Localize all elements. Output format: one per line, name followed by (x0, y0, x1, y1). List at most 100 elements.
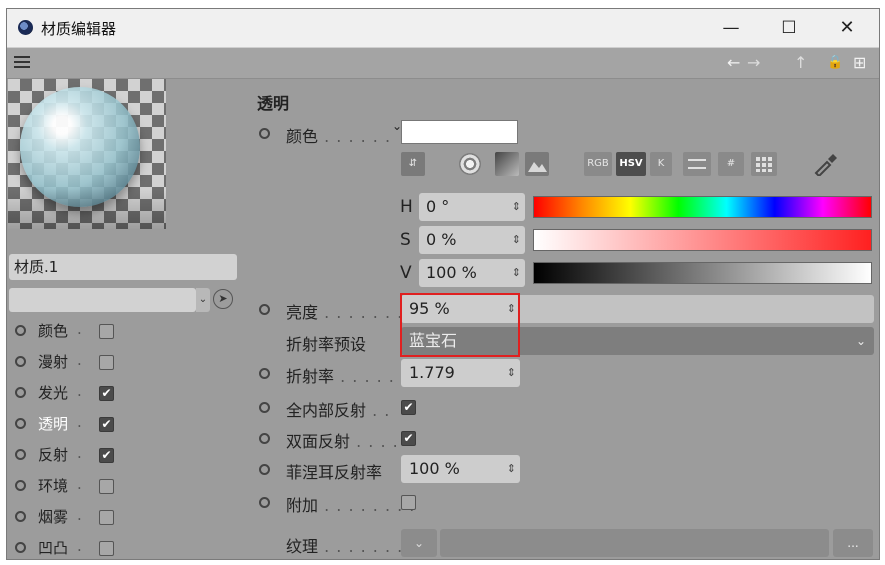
close-button[interactable]: ✕ (827, 14, 867, 42)
chevron-down-icon: ⌄ (855, 334, 866, 348)
channel-label: 凹凸 (38, 539, 69, 557)
channel-checkbox[interactable] (99, 324, 114, 339)
channel-radio[interactable] (15, 480, 26, 491)
menu-bar: ← → ↑ 🔒 ⊞ (7, 48, 879, 79)
fresnel-row: 菲涅耳反射率 (257, 456, 407, 484)
ior-field[interactable]: 1.779 ⇕ (401, 359, 520, 387)
stepper-icon[interactable]: ⇕ (507, 359, 516, 387)
double-sided-checkbox[interactable]: ✔ (401, 431, 416, 446)
param-radio[interactable] (259, 464, 270, 475)
channel-label: 环境 (38, 477, 69, 495)
param-radio[interactable] (259, 368, 270, 379)
saturation-letter: S (400, 230, 411, 250)
eyedropper-icon[interactable] (810, 152, 840, 178)
color-swatch[interactable] (401, 120, 518, 144)
brightness-slider[interactable] (520, 295, 874, 323)
stepper-icon[interactable]: ⇕ (512, 259, 521, 287)
brightness-label: 亮度 . . . . . . . (286, 303, 404, 322)
hue-field[interactable]: 0 ° ⇕ (419, 193, 525, 221)
param-radio[interactable] (259, 128, 270, 139)
texture-field[interactable] (440, 529, 829, 557)
color-wheel-icon[interactable] (459, 153, 481, 175)
sliders-icon[interactable] (683, 152, 711, 176)
stepper-icon[interactable]: ⇕ (507, 455, 516, 483)
channel-radio[interactable] (15, 356, 26, 367)
value-field[interactable]: 100 % ⇕ (419, 259, 525, 287)
saturation-field[interactable]: 0 % ⇕ (419, 226, 525, 254)
hue-letter: H (400, 197, 413, 217)
tir-label: 全内部反射 . . (286, 401, 391, 420)
saturation-bar[interactable] (533, 229, 872, 251)
cinema4d-app-icon (18, 20, 33, 35)
value-bar[interactable] (533, 262, 872, 284)
material-combo-field[interactable] (9, 288, 196, 312)
param-radio[interactable] (259, 497, 270, 508)
tir-checkbox[interactable]: ✔ (401, 400, 416, 415)
material-name-field[interactable]: 材质.1 (9, 254, 237, 280)
channel-luminance[interactable]: 发光 . ✔ (11, 381, 151, 407)
spectrum-icon[interactable] (495, 152, 519, 176)
lock-icon[interactable]: 🔒 (827, 55, 843, 70)
param-radio[interactable] (259, 433, 270, 444)
pick-cursor-icon[interactable]: ➤ (213, 289, 233, 309)
channel-radio[interactable] (15, 542, 26, 553)
section-title: 透明 (257, 94, 290, 113)
channel-checkbox[interactable]: ✔ (99, 448, 114, 463)
ior-label: 折射率 . . . . . (286, 367, 395, 386)
stepper-icon[interactable]: ⇕ (512, 193, 521, 221)
channel-radio[interactable] (15, 387, 26, 398)
channel-checkbox[interactable]: ✔ (99, 386, 114, 401)
image-icon[interactable] (525, 152, 549, 176)
color-label: 颜色 . . . . . . (286, 127, 392, 146)
window-title: 材质编辑器 (41, 20, 117, 38)
material-editor-window: 材质编辑器 — ☐ ✕ ← → ↑ 🔒 ⊞ 材质.1 ⌄ ➤ 颜色 . 漫射 .… (6, 8, 880, 560)
back-arrow-icon[interactable]: ← (727, 53, 740, 72)
channel-radio[interactable] (15, 449, 26, 460)
kelvin-mode-button[interactable]: K (650, 152, 672, 176)
channel-label: 漫射 (38, 353, 69, 371)
minimize-button[interactable]: — (711, 14, 751, 42)
swatch-grid-icon[interactable] (751, 152, 777, 176)
channel-checkbox[interactable] (99, 479, 114, 494)
new-window-icon[interactable]: ⊞ (853, 53, 866, 72)
channel-environment[interactable]: 环境 . (11, 474, 151, 500)
channel-transparency[interactable]: 透明 . ✔ (11, 412, 151, 438)
hex-mode-button[interactable]: # (718, 152, 744, 176)
texture-dropdown-button[interactable]: ⌄ (401, 529, 437, 557)
forward-arrow-icon[interactable]: → (747, 53, 760, 72)
stepper-icon[interactable]: ⇕ (512, 226, 521, 254)
channel-color[interactable]: 颜色 . (11, 319, 151, 345)
hsv-mode-button[interactable]: HSV (616, 152, 646, 176)
title-bar: 材质编辑器 — ☐ ✕ (7, 9, 879, 48)
texture-more-button[interactable]: ... (833, 529, 873, 557)
color-wheel-toggle-icon[interactable]: ⇵ (401, 152, 425, 176)
additive-label: 附加 . . . . . . . . (286, 496, 416, 515)
channel-label: 颜色 (38, 322, 69, 340)
channel-checkbox[interactable]: ✔ (99, 417, 114, 432)
channel-radio[interactable] (15, 511, 26, 522)
brightness-row: 亮度 . . . . . . . (257, 296, 402, 324)
fresnel-field[interactable]: 100 % ⇕ (401, 455, 520, 483)
rgb-mode-button[interactable]: RGB (584, 152, 612, 176)
param-radio[interactable] (259, 304, 270, 315)
double-sided-label: 双面反射 . . . . (286, 432, 399, 451)
channel-radio[interactable] (15, 418, 26, 429)
channel-diffusion[interactable]: 漫射 . (11, 350, 151, 376)
additive-checkbox[interactable] (401, 495, 416, 510)
material-preview[interactable] (8, 79, 166, 229)
channel-checkbox[interactable] (99, 510, 114, 525)
chevron-down-icon[interactable]: ⌄ (196, 288, 210, 312)
channel-fog[interactable]: 烟雾 . (11, 505, 151, 531)
maximize-button[interactable]: ☐ (769, 14, 809, 42)
channel-label: 发光 (38, 384, 69, 402)
channel-bump[interactable]: 凹凸 . (11, 536, 151, 559)
channel-checkbox[interactable] (99, 355, 114, 370)
up-arrow-icon[interactable]: ↑ (794, 53, 807, 72)
channel-reflectance[interactable]: 反射 . ✔ (11, 443, 151, 469)
channel-radio[interactable] (15, 325, 26, 336)
channel-checkbox[interactable] (99, 541, 114, 556)
color-row: 颜色 . . . . . . (257, 120, 397, 148)
menu-icon[interactable] (14, 56, 30, 68)
hue-bar[interactable] (533, 196, 872, 218)
param-radio[interactable] (259, 402, 270, 413)
